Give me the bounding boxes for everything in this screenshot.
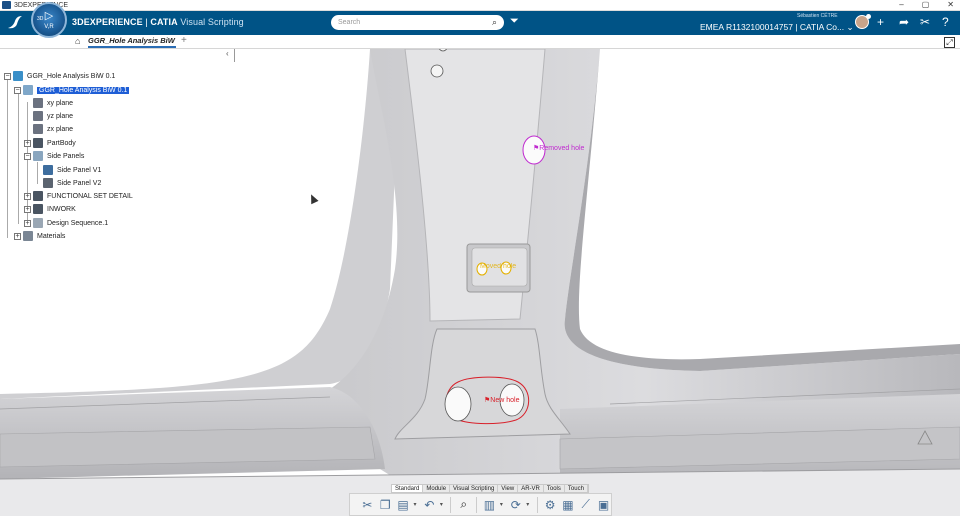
paste-icon[interactable]: ▤ [396,497,411,513]
expand-icon[interactable]: + [24,219,31,227]
search-icon[interactable]: ⌕ [492,17,497,28]
brand-title: 3DEXPERIENCE | CATIA Visual Scripting [72,17,244,27]
tree-node-product[interactable]: − GGR_Hole Analysis BiW 0.1 [14,84,130,96]
panel-divider[interactable] [234,49,235,62]
minimize-button[interactable]: – [899,0,903,10]
fullscreen-icon[interactable]: ⤢ [944,37,955,48]
tools-icon[interactable]: ✂ [920,16,930,28]
search-input[interactable]: Search ⌕ [331,15,504,30]
analysis-icon[interactable]: ⚙ [543,497,558,513]
toolbar-divider [450,496,452,513]
home-icon[interactable]: ⌂ [75,36,80,46]
collapse-icon[interactable]: − [24,152,31,160]
tree-node-root[interactable]: − GGR_Hole Analysis BiW 0.1 [4,70,115,82]
update-icon[interactable]: ⟳ [508,497,523,513]
plane-icon [33,124,43,134]
search-placeholder: Search [338,19,361,26]
materials-icon [23,231,33,241]
geometrical-set-icon [33,151,43,161]
tree-node-functional-set[interactable]: + FUNCTIONAL SET DETAIL [24,190,133,202]
compass-button[interactable]: 3D ▷ V,R [31,2,67,38]
surface-icon [43,165,53,175]
tenant-selector[interactable]: EMEA R1132100014757 | CATIA Co... ⌄ [700,22,854,33]
chevron-down-icon[interactable]: ▾ [413,501,419,508]
top-header: 3DEXPERIENCE | CATIA Visual Scripting Se… [0,11,960,35]
tree-node-side-panel-v1[interactable]: Side Panel V1 [43,164,101,176]
zoom-icon[interactable]: ⌕ [456,497,471,513]
expand-icon[interactable]: + [24,192,31,200]
3d-viewport[interactable] [0,49,960,516]
panel-icon[interactable]: ▣ [596,497,611,513]
chevron-down-icon[interactable]: ▾ [500,501,506,508]
tab-ar-vr[interactable]: AR-VR [518,485,544,492]
toolbar-divider [476,496,478,513]
tab-standard[interactable]: Standard [392,485,424,492]
tree-node-partbody[interactable]: + PartBody [24,137,76,149]
moved-hole-label: Moved hole [480,263,517,270]
tab-tools[interactable]: Tools [544,485,565,492]
collapse-icon[interactable]: − [14,86,21,94]
tree-node-design-sequence[interactable]: + Design Sequence.1 [24,217,108,229]
sequence-icon [33,218,43,228]
tab-document[interactable]: GGR_Hole Analysis BiW 0... [88,35,176,48]
removed-hole-label: ⚑Removed hole [533,145,585,152]
body-icon [33,204,43,214]
plane-icon [33,111,43,121]
plus-icon[interactable]: + [877,16,884,28]
surface-icon [43,178,53,188]
compare-icon[interactable]: ▦ [561,497,576,513]
collapse-panel-icon[interactable]: ‹ [226,49,229,58]
help-icon[interactable]: ? [942,16,949,28]
close-button[interactable]: ✕ [947,0,954,10]
product-icon [13,71,23,81]
expand-icon[interactable]: + [14,232,21,240]
functional-set-icon [33,191,43,201]
user-name: Sébastien CÉTRE [797,13,838,19]
tab-module[interactable]: Module [423,485,451,492]
plane-icon [33,98,43,108]
book-icon[interactable]: ▥ [482,497,497,513]
tab-view[interactable]: View [498,485,519,492]
chevron-down-icon[interactable]: ▾ [526,501,532,508]
expand-icon[interactable]: + [24,139,31,147]
ds-logo-icon[interactable] [4,12,26,34]
toolbar-divider [536,496,538,513]
part-icon [23,85,33,95]
chart-icon[interactable]: ⟋ [578,497,593,513]
collapse-icon[interactable]: − [4,72,11,80]
tab-touch[interactable]: Touch [565,485,588,492]
tree-connector [37,162,38,184]
tree-node-xy-plane[interactable]: xy plane [33,97,73,109]
tree-node-yz-plane[interactable]: yz plane [33,110,73,122]
copy-icon[interactable]: ❐ [378,497,393,513]
maximize-button[interactable]: ▢ [922,0,930,10]
new-hole-label: ⚑New hole [484,397,520,404]
side-panel-model [0,49,960,516]
document-tab-bar: ⌂ GGR_Hole Analysis BiW 0... + [0,35,960,49]
action-bar: ✂ ❐ ▤ ▾ ↶ ▾ ⌕ ▥ ▾ ⟳ ▾ ⚙ ▦ ⟋ ▣ [349,493,612,516]
body-icon [33,138,43,148]
tab-visual-scripting[interactable]: Visual Scripting [450,485,499,492]
tree-connector [18,94,19,224]
play-icon: ▷ [44,9,54,22]
tree-node-side-panel-v2[interactable]: Side Panel V2 [43,177,101,189]
action-bar-section-tabs: Standard Module Visual Scripting View AR… [391,484,589,493]
tree-node-side-panels[interactable]: − Side Panels [24,150,84,162]
tag-icon[interactable]: ⏷ [510,15,519,28]
add-tab-button[interactable]: + [181,35,187,46]
app-logo-icon [2,1,11,9]
tree-node-zx-plane[interactable]: zx plane [33,123,73,135]
tree-node-inwork[interactable]: + INWORK [24,203,76,215]
tree-node-materials[interactable]: + Materials [14,230,65,242]
undo-icon[interactable]: ↶ [422,497,437,513]
notification-dot-icon [866,14,871,19]
os-title-bar: 3DEXPERIENCE – ▢ ✕ [0,0,960,11]
share-icon[interactable]: ➦ [899,16,909,28]
cut-icon[interactable]: ✂ [360,497,375,513]
chevron-down-icon[interactable]: ▾ [440,501,446,508]
tree-connector [7,80,8,238]
expand-icon[interactable]: + [24,205,31,213]
